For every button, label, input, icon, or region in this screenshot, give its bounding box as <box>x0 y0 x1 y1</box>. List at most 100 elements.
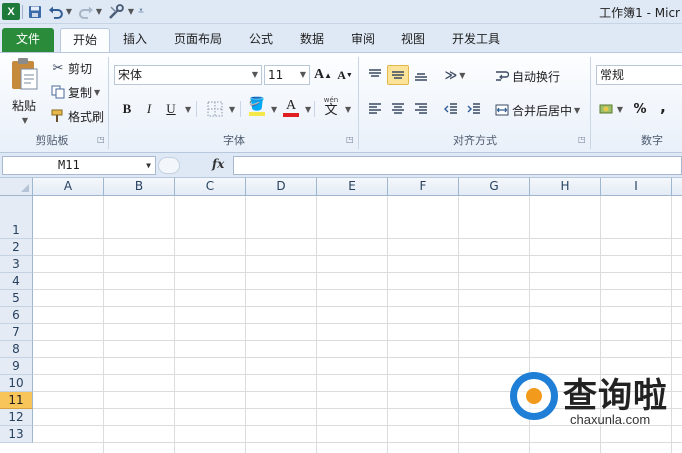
column-header-g[interactable]: G <box>459 178 530 196</box>
merge-center-button[interactable]: 合并后居中 ▼ <box>494 101 580 119</box>
align-right-button[interactable] <box>410 99 432 119</box>
customize-quick-access-icon[interactable]: ⩡ <box>136 3 146 20</box>
increase-indent-button[interactable] <box>463 99 485 119</box>
select-all-button[interactable] <box>0 178 33 196</box>
percent-style-button[interactable]: % <box>629 99 651 119</box>
column-header-partial[interactable] <box>672 178 682 196</box>
row-header-8[interactable]: 8 <box>0 341 33 358</box>
font-size-combo[interactable]: 11 ▼ <box>264 65 310 85</box>
borders-dropdown-icon[interactable]: ▼ <box>229 105 235 114</box>
tab-file[interactable]: 文件 <box>2 28 54 52</box>
bold-button[interactable]: B <box>116 99 138 119</box>
font-launcher-icon[interactable]: ◳ <box>346 136 355 145</box>
fill-color-button[interactable]: 🪣 <box>246 97 268 117</box>
align-middle-button[interactable] <box>387 65 409 85</box>
merge-center-dropdown-icon[interactable]: ▼ <box>574 106 580 115</box>
tab-insert[interactable]: 插入 <box>112 28 158 52</box>
align-left-button[interactable] <box>364 99 386 119</box>
grow-font-button[interactable]: A ▲ <box>312 65 334 85</box>
merge-center-icon <box>494 103 510 117</box>
gridline-vertical <box>387 196 388 453</box>
tab-data[interactable]: 数据 <box>289 28 335 52</box>
accounting-dropdown-icon[interactable]: ▼ <box>617 105 623 114</box>
row-header-13[interactable]: 13 <box>0 426 33 443</box>
copy-dropdown-icon[interactable]: ▼ <box>94 88 100 97</box>
tab-formulas[interactable]: 公式 <box>238 28 284 52</box>
font-size-dropdown-icon[interactable]: ▼ <box>300 66 306 84</box>
borders-button[interactable] <box>204 99 226 119</box>
column-header-a[interactable]: A <box>33 178 104 196</box>
undo-dropdown-icon[interactable]: ▼ <box>66 7 72 16</box>
excel-logo-icon[interactable]: X <box>2 3 20 20</box>
row-header-11[interactable]: 11 <box>0 392 33 409</box>
format-painter-button[interactable]: 格式刷 <box>50 107 104 125</box>
phonetic-guide-button[interactable]: wén 文 <box>320 96 342 117</box>
column-header-f[interactable]: F <box>388 178 459 196</box>
font-color-dropdown-icon[interactable]: ▼ <box>305 105 311 114</box>
undo-icon[interactable]: ▼ <box>48 3 72 20</box>
number-format-combo[interactable]: 常规 <box>596 65 682 85</box>
tab-review[interactable]: 审阅 <box>340 28 386 52</box>
fill-color-dropdown-icon[interactable]: ▼ <box>271 105 277 114</box>
row-header-2[interactable]: 2 <box>0 239 33 256</box>
tab-view[interactable]: 视图 <box>390 28 436 52</box>
ribbon-tabs: 文件 开始 插入 页面布局 公式 数据 审阅 视图 开发工具 <box>0 24 682 52</box>
accounting-format-button[interactable]: ▼ <box>598 99 624 119</box>
cut-button[interactable]: ✂ 剪切 <box>50 59 92 77</box>
row-header-12[interactable]: 12 <box>0 409 33 426</box>
tools-icon[interactable]: ▼ <box>108 3 134 20</box>
row-header-3[interactable]: 3 <box>0 256 33 273</box>
wrap-text-button[interactable]: 自动换行 <box>494 67 560 85</box>
row-header-1[interactable]: 1 <box>0 196 33 239</box>
gridline-horizontal <box>33 255 682 256</box>
row-header-9[interactable]: 9 <box>0 358 33 375</box>
tab-page-layout[interactable]: 页面布局 <box>165 28 231 52</box>
row-header-7[interactable]: 7 <box>0 324 33 341</box>
column-header-c[interactable]: C <box>175 178 246 196</box>
row-header-5[interactable]: 5 <box>0 290 33 307</box>
column-header-d[interactable]: D <box>246 178 317 196</box>
redo-dropdown-icon[interactable]: ▼ <box>96 7 102 16</box>
underline-button[interactable]: U <box>160 99 182 119</box>
font-color-button[interactable]: A <box>280 97 302 117</box>
gridline-horizontal <box>33 306 682 307</box>
column-header-b[interactable]: B <box>104 178 175 196</box>
paste-dropdown-icon[interactable]: ▼ <box>22 116 28 125</box>
align-bottom-button[interactable] <box>410 65 432 85</box>
title-separator <box>22 5 23 19</box>
redo-icon[interactable]: ▼ <box>78 3 102 20</box>
watermark-search-icon <box>510 372 558 420</box>
name-box-dropdown-icon[interactable]: ▼ <box>146 157 151 174</box>
row-header-6[interactable]: 6 <box>0 307 33 324</box>
orientation-dropdown-icon[interactable]: ▼ <box>459 71 465 80</box>
underline-dropdown-icon[interactable]: ▼ <box>185 105 191 114</box>
orientation-button[interactable]: ≫ ▼ <box>442 65 468 85</box>
column-header-i[interactable]: I <box>601 178 672 196</box>
align-top-button[interactable] <box>364 65 386 85</box>
row-header-10[interactable]: 10 <box>0 375 33 392</box>
formula-bar-divider[interactable] <box>158 157 180 174</box>
save-icon[interactable] <box>26 3 44 20</box>
copy-button[interactable]: 复制 ▼ <box>50 83 100 101</box>
paste-button[interactable]: 粘贴 ▼ <box>6 57 42 125</box>
column-header-h[interactable]: H <box>530 178 601 196</box>
align-center-button[interactable] <box>387 99 409 119</box>
decrease-indent-button[interactable] <box>440 99 462 119</box>
group-separator <box>590 57 591 149</box>
formula-input[interactable] <box>233 156 682 175</box>
insert-function-button[interactable]: fx <box>212 157 224 171</box>
clipboard-launcher-icon[interactable]: ◳ <box>97 136 106 145</box>
row-header-4[interactable]: 4 <box>0 273 33 290</box>
tab-developer[interactable]: 开发工具 <box>442 28 510 52</box>
italic-button[interactable]: I <box>138 99 160 119</box>
alignment-launcher-icon[interactable]: ◳ <box>578 136 587 145</box>
font-name-combo[interactable]: 宋体 ▼ <box>114 65 262 85</box>
font-separator <box>196 101 197 117</box>
tab-home[interactable]: 开始 <box>60 28 110 52</box>
comma-style-button[interactable]: , <box>652 97 674 117</box>
shrink-font-button[interactable]: A ▼ <box>334 65 356 85</box>
column-header-e[interactable]: E <box>317 178 388 196</box>
font-name-dropdown-icon[interactable]: ▼ <box>252 66 258 84</box>
name-box[interactable]: M11 ▼ <box>2 156 156 175</box>
phonetic-dropdown-icon[interactable]: ▼ <box>345 105 351 114</box>
